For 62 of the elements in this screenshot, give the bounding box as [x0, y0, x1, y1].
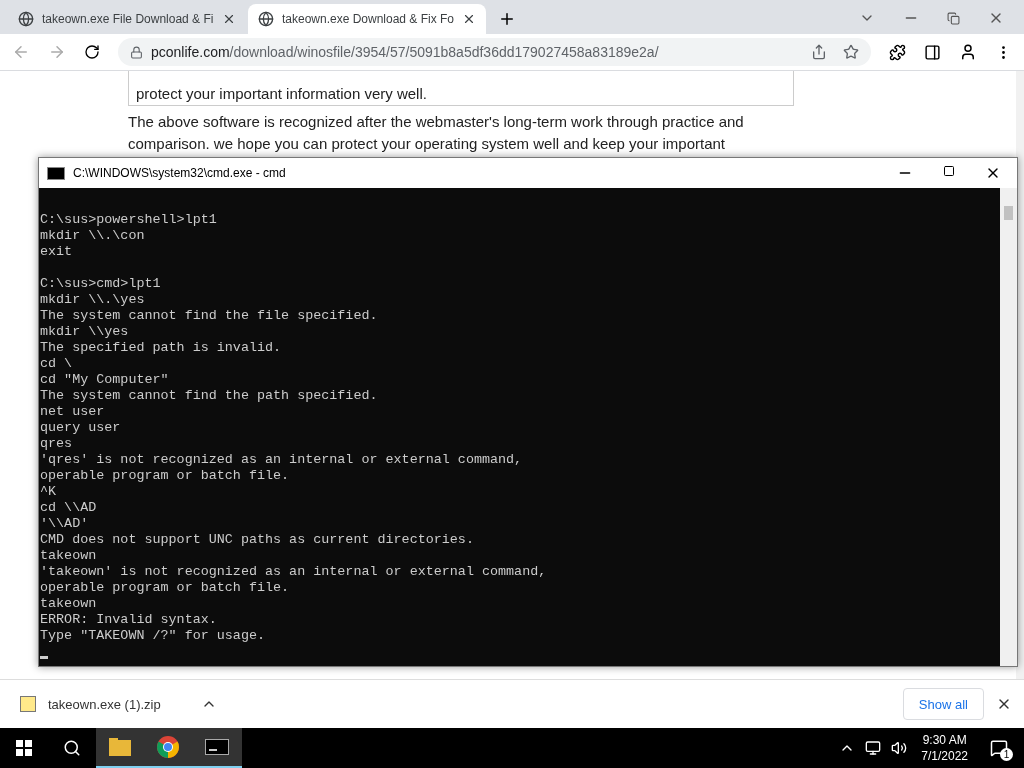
lock-icon: [130, 45, 143, 59]
console-line: net user: [40, 404, 106, 420]
extensions-icon[interactable]: [889, 43, 906, 61]
star-icon[interactable]: [843, 44, 859, 60]
console-line: CMD does not support UNC paths as current directories.: [40, 532, 475, 548]
browser-tab[interactable]: takeown.exe File Download & Fi: [8, 4, 246, 34]
console-line: ERROR: Invalid syntax.: [40, 612, 218, 628]
search-icon[interactable]: [63, 739, 81, 757]
console-line: exit: [40, 244, 74, 260]
console-line: query user: [40, 420, 122, 436]
windows-icon: [16, 740, 32, 756]
console-line: takeown: [40, 596, 98, 612]
console-line: 'takeown' is not recognized as an internal or external command,: [40, 564, 548, 580]
clock[interactable]: 9:30 AM 7/1/2022: [907, 732, 982, 764]
console-line: cd "My Computer": [40, 372, 170, 388]
volume-icon[interactable]: [891, 740, 908, 756]
body-text: The above software is recognized after the webmaster's long-term work through practice and: [128, 112, 745, 132]
zip-file-icon: [20, 696, 36, 712]
console-line: operable program or batch file.: [40, 468, 291, 484]
console-line: mkdir \\.\con: [40, 228, 146, 244]
window-title: C:\WINDOWS\system32\cmd.exe - cmd: [73, 166, 286, 180]
close-icon[interactable]: [462, 12, 476, 26]
console-line: cd \: [40, 356, 74, 372]
console-line: mkdir \\.\yes: [40, 292, 146, 308]
console-line: The system cannot find the path specified.: [40, 388, 379, 404]
console-line: Type "TAKEOWN /?" for usage.: [40, 628, 266, 644]
address-field[interactable]: pconlife.com/download/winosfile/3954/57/5091b8a5df36dd179027458a83189e2a/: [118, 38, 871, 66]
console-line: C:\sus>powershell>lpt1: [40, 212, 218, 228]
console-line: C:\sus>cmd>lpt1: [40, 276, 162, 292]
console-icon: [47, 166, 65, 180]
side-panel-icon[interactable]: [924, 43, 941, 61]
profile-icon[interactable]: [959, 43, 977, 61]
body-text: protect your important information very well.: [136, 84, 428, 104]
network-icon[interactable]: [865, 740, 882, 756]
console-line: '\\AD': [40, 516, 90, 532]
maximize-icon[interactable]: [943, 165, 955, 177]
console-line: cd \\AD: [40, 500, 98, 516]
reload-icon[interactable]: [84, 44, 100, 60]
browser-tab[interactable]: takeown.exe Download & Fix Fo: [248, 4, 486, 34]
console-line: The specified path is invalid.: [40, 340, 283, 356]
new-tab-icon[interactable]: [498, 10, 516, 28]
folder-icon[interactable]: [109, 738, 131, 756]
text-cursor: [40, 656, 48, 659]
console-icon[interactable]: [205, 739, 229, 755]
console-line: operable program or batch file.: [40, 580, 291, 596]
notifications-icon[interactable]: [990, 739, 1008, 757]
console-line: 'qres' is not recognized as an internal or external command,: [40, 452, 524, 468]
close-icon[interactable]: [222, 12, 236, 26]
body-text: comparison. we hope you can protect your operating system well and keep your important: [128, 134, 726, 154]
globe-icon: [258, 11, 274, 27]
restore-icon[interactable]: [947, 11, 960, 25]
globe-icon: [18, 11, 34, 27]
chrome-icon[interactable]: [157, 736, 179, 758]
console-line: ^K: [40, 484, 58, 500]
console-line: takeown: [40, 548, 98, 564]
download-item[interactable]: takeown.exe (1).zip: [48, 696, 161, 712]
console-line: qres: [40, 436, 74, 452]
share-icon[interactable]: [811, 44, 827, 60]
notification-count: 1: [1000, 748, 1013, 761]
console-line: mkdir \\yes: [40, 324, 130, 340]
show-all-button[interactable]: Show all: [902, 688, 984, 720]
console-line: The system cannot find the file specified.: [40, 308, 379, 324]
